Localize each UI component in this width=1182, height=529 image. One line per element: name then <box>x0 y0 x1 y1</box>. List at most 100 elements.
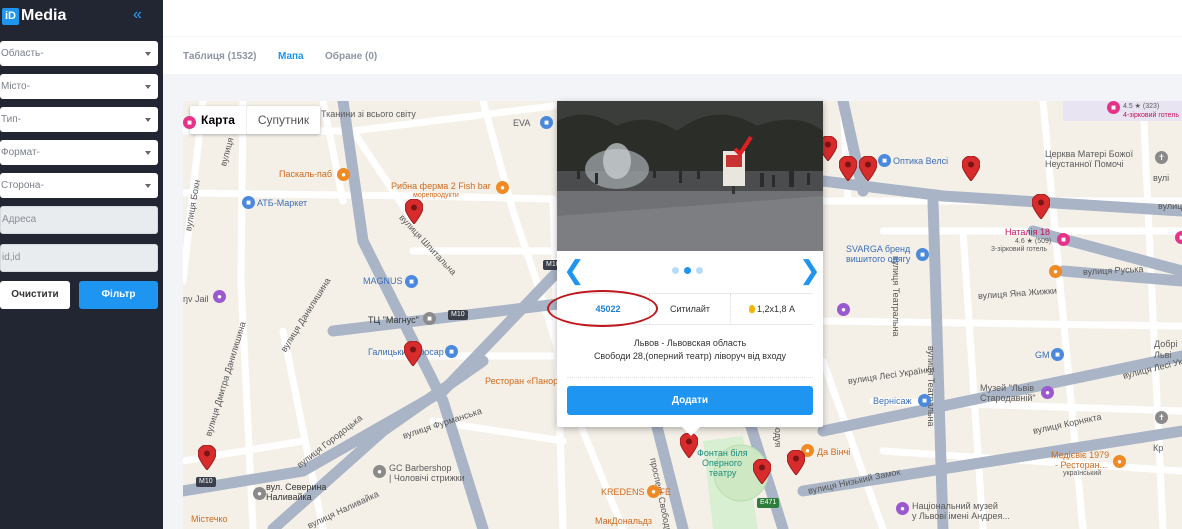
place-label: Національний музей <box>912 501 998 511</box>
region-select[interactable]: Область- <box>0 41 158 66</box>
attraction-icon[interactable]: ● <box>837 303 850 316</box>
billboard-pin-icon[interactable] <box>405 199 423 224</box>
format-select[interactable]: Формат- <box>0 140 158 165</box>
shopping-icon[interactable]: ■ <box>918 394 931 407</box>
place-label: вул. Северина <box>266 482 327 492</box>
place-label: АТБ-Маркет <box>257 198 308 208</box>
sidebar: iD Media « Область- Місто- Тип- Формат- … <box>0 0 163 529</box>
pagination-dot[interactable] <box>672 267 679 274</box>
bus-stop-icon[interactable]: ● <box>253 487 266 500</box>
billboard-pin-icon[interactable] <box>680 433 698 458</box>
hotel-icon[interactable]: ■ <box>1175 231 1182 244</box>
route-shield: M10 <box>196 477 216 487</box>
address-input[interactable]: Адреса <box>0 206 158 234</box>
address-street: Свободи 28,(оперний театр) ліворуч від в… <box>593 351 787 361</box>
place-label: 4-зірковий готель <box>1123 112 1180 119</box>
billboard-size: 1,2х1,8 А <box>731 294 813 324</box>
type-select[interactable]: Тип- <box>0 107 158 132</box>
city-select-value: Місто- <box>1 81 30 92</box>
hotel-icon[interactable]: ■ <box>1057 233 1070 246</box>
collapse-sidebar-icon[interactable]: « <box>133 7 142 23</box>
place-label: Да Вінчі <box>817 447 851 457</box>
place-label: Тканини зі всього світу <box>321 109 416 119</box>
place-label: Наталія 18 <box>1005 227 1050 237</box>
billboard-photo[interactable] <box>557 101 823 251</box>
tab-table[interactable]: Таблиця (1532) <box>183 51 257 62</box>
place-label: GM <box>1035 350 1050 360</box>
type-select-value: Тип- <box>1 114 21 125</box>
bulb-icon <box>748 305 755 313</box>
billboard-pin-icon[interactable] <box>1032 194 1050 219</box>
logo[interactable]: iD Media <box>2 7 66 25</box>
restaurant-icon[interactable]: ● <box>1049 265 1062 278</box>
clear-button[interactable]: Очистити <box>0 281 70 309</box>
region-select-value: Область- <box>1 48 44 59</box>
road-label: вулиця Театральна <box>891 256 901 337</box>
tab-map[interactable]: Мапа <box>278 51 304 62</box>
route-shield: E471 <box>757 498 780 508</box>
hotel-icon[interactable]: ■ <box>1107 101 1120 114</box>
hotel-icon[interactable]: ■ <box>183 116 196 129</box>
billboard-pin-icon[interactable] <box>962 156 980 181</box>
place-label: GC Barbershop <box>389 463 452 473</box>
shopping-icon[interactable]: ■ <box>423 312 436 325</box>
chevron-left-icon[interactable]: ❮ <box>563 257 585 283</box>
filter-button[interactable]: Фільтр <box>79 281 158 309</box>
church-icon[interactable]: ✝ <box>1155 411 1168 424</box>
billboard-popup-card: ❮ ❯ 45022 Ситилайт 1,2х1,8 А Львов - Льв… <box>557 101 823 427</box>
billboard-pin-icon[interactable] <box>859 156 877 181</box>
photo-pagination <box>672 267 703 274</box>
billboard-size-value: 1,2х1,8 А <box>756 304 796 314</box>
place-label: MAGNUS <box>363 276 403 286</box>
place-label: KREDENS CAFE <box>601 487 672 497</box>
restaurant-icon[interactable]: ● <box>337 168 350 181</box>
place-label: у Львові імені Андрея... <box>912 511 1010 521</box>
place-label: Рибна ферма 2 Fish bar <box>391 181 491 191</box>
caret-down-icon <box>145 184 151 188</box>
map-type-satellite-button[interactable]: Супутник <box>245 106 320 134</box>
pagination-dot-active[interactable] <box>684 267 691 274</box>
billboard-pin-icon[interactable] <box>787 450 805 475</box>
route-shield: M10 <box>448 310 468 320</box>
tab-favorites[interactable]: Обране (0) <box>325 51 377 62</box>
shopping-icon[interactable]: ■ <box>916 248 929 261</box>
side-select[interactable]: Сторона- <box>0 173 158 198</box>
place-label: Вернісаж <box>873 396 912 406</box>
add-button[interactable]: Додати <box>567 386 813 415</box>
attraction-icon[interactable]: ● <box>213 290 226 303</box>
filter-form: Область- Місто- Тип- Формат- Сторона- Ад… <box>0 41 158 282</box>
shopping-icon[interactable]: ■ <box>445 345 458 358</box>
caret-down-icon <box>145 118 151 122</box>
billboard-pin-icon[interactable] <box>404 341 422 366</box>
cart-icon[interactable]: ■ <box>242 196 255 209</box>
place-label: ТЦ "Магнус" <box>368 315 419 325</box>
restaurant-icon[interactable]: ● <box>647 485 660 498</box>
chevron-right-icon[interactable]: ❯ <box>799 257 821 283</box>
shopping-icon[interactable]: ■ <box>1051 348 1064 361</box>
billboard-pin-icon[interactable] <box>753 459 771 484</box>
shopping-icon[interactable]: ■ <box>405 275 418 288</box>
billboard-pin-icon[interactable] <box>839 156 857 181</box>
museum-icon[interactable]: ● <box>896 502 909 515</box>
pagination-dot[interactable] <box>696 267 703 274</box>
road-label: вулиця <box>1158 201 1182 211</box>
shopping-icon[interactable]: ■ <box>540 116 553 129</box>
place-label: український <box>1063 470 1102 477</box>
restaurant-icon[interactable]: ● <box>1113 455 1126 468</box>
map-type-map-button[interactable]: Карта <box>190 106 246 134</box>
billboard-pin-icon[interactable] <box>198 445 216 470</box>
id-input[interactable]: id,id <box>0 244 158 272</box>
restaurant-icon[interactable]: ● <box>496 181 509 194</box>
divider <box>567 377 813 378</box>
place-label: Містечко <box>191 514 228 524</box>
place-label: Церква Матері Божої <box>1045 149 1134 159</box>
shopping-icon[interactable]: ■ <box>878 154 891 167</box>
place-label: Стародавній" <box>980 393 1036 403</box>
place-label: Неустанної Помочі <box>1045 159 1124 169</box>
caret-down-icon <box>145 52 151 56</box>
place-label: - Ресторан... <box>1055 460 1108 470</box>
museum-icon[interactable]: ● <box>1041 386 1054 399</box>
church-icon[interactable]: ✝ <box>1155 151 1168 164</box>
city-select[interactable]: Місто- <box>0 74 158 99</box>
barber-icon[interactable]: ● <box>373 465 386 478</box>
